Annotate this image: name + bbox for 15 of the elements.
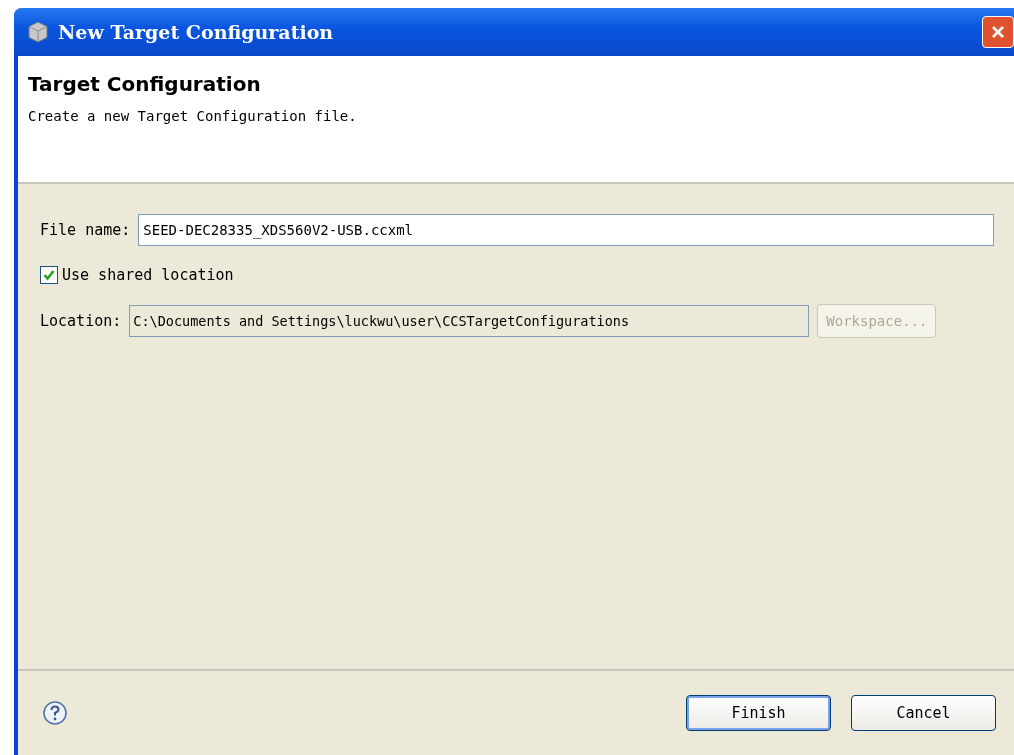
file-name-field[interactable]: SEED-DEC28335_XDS560V2-USB.ccxml (138, 214, 994, 246)
page-title: Target Configuration (28, 72, 262, 96)
window-title: New Target Configuration (58, 21, 335, 43)
cancel-button[interactable]: Cancel (851, 695, 996, 731)
location-label: Location: (40, 312, 122, 330)
close-icon[interactable] (990, 24, 1006, 40)
cube-icon (26, 20, 50, 44)
finish-button[interactable]: Finish (686, 695, 831, 731)
location-field[interactable]: C:\Documents and Settings\luckwu\user\CCSTargetConfigurations (129, 305, 810, 337)
close-button[interactable] (982, 16, 1014, 48)
help-icon[interactable] (42, 700, 68, 726)
page-description: Create a new Target Configuration file. (28, 108, 358, 124)
checkbox[interactable] (40, 266, 58, 284)
checkbox-label[interactable]: Use shared location (62, 266, 234, 284)
file-name-label: File name: (40, 221, 131, 239)
